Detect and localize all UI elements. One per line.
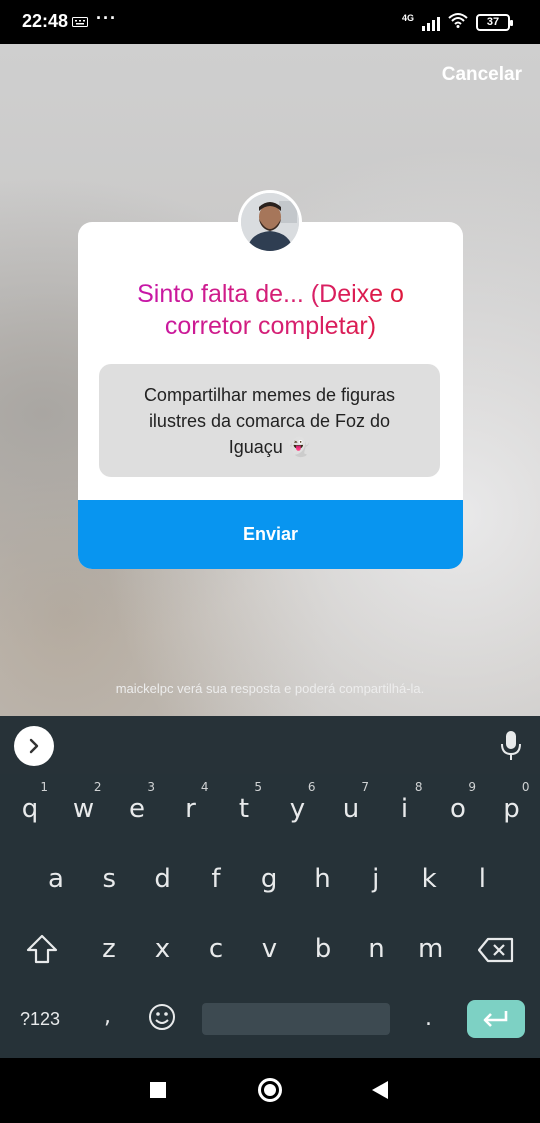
key-label: w [72,794,95,824]
key-label: k [421,864,437,894]
comma-key[interactable]: , [104,1004,111,1029]
key-hint: 6 [307,780,316,794]
recent-apps-button[interactable] [150,1082,166,1098]
status-bar: 22:48 ··· 4G 37 [0,0,540,44]
key-n[interactable]: n [365,934,389,964]
keyboard: q1w2e3r4t5y6u7i8o9p0 asdfghjkl zxcvbnm ?… [0,774,540,1058]
visibility-notice: maickelpc verá sua resposta e poderá com… [115,681,425,696]
keyboard-indicator-icon [72,16,88,30]
microphone-icon[interactable] [500,730,522,762]
key-j[interactable]: j [364,864,388,894]
key-label: f [211,864,221,894]
question-text: Sinto falta de... (Deixe o corretor comp… [98,278,443,342]
key-v[interactable]: v [258,934,282,964]
key-hint: 7 [361,780,369,794]
key-hint: 1 [40,780,48,794]
key-label: j [372,864,380,894]
network-type: 4G [401,12,414,23]
signal-icon [422,15,440,31]
shift-key[interactable] [26,934,58,971]
key-h[interactable]: h [311,864,335,894]
send-button[interactable]: Enviar [78,500,463,569]
key-label: y [289,794,306,824]
navigation-bar [0,1058,540,1123]
key-label: h [314,864,331,894]
key-label: o [450,794,466,824]
key-label: p [503,794,520,824]
key-hint: 5 [254,780,262,794]
key-label: v [261,934,278,964]
cancel-button[interactable]: Cancelar [442,64,522,86]
key-label: i [400,794,409,824]
period-key[interactable]: . [425,1006,432,1031]
key-f[interactable]: f [204,864,228,894]
key-k[interactable]: k [417,864,441,894]
key-hint: 3 [147,780,155,794]
key-q[interactable]: q1 [18,780,48,824]
key-s[interactable]: s [97,864,121,894]
home-button[interactable] [258,1078,282,1102]
key-label: c [208,934,224,964]
key-label: e [129,794,145,824]
key-label: s [102,864,117,894]
back-button[interactable] [372,1081,388,1099]
key-label: g [260,864,278,894]
key-label: d [154,864,171,894]
more-notifications-icon: ··· [96,8,117,28]
key-hint: 9 [468,780,476,794]
key-label: t [238,794,250,824]
key-m[interactable]: m [418,934,444,964]
key-hint: 0 [521,780,530,794]
key-label: b [314,934,332,964]
expand-suggestions-button[interactable] [14,726,54,766]
key-y[interactable]: y6 [286,780,316,824]
key-z[interactable]: z [97,934,121,964]
key-a[interactable]: a [44,864,68,894]
key-label: q [21,794,39,824]
key-hint: 2 [93,780,102,794]
key-o[interactable]: o9 [446,780,476,824]
key-hint: 4 [200,780,209,794]
avatar [238,190,302,254]
key-p[interactable]: p0 [500,780,529,824]
key-u[interactable]: u7 [339,780,369,824]
enter-key[interactable] [467,1000,525,1038]
key-w[interactable]: w2 [72,780,102,824]
key-l[interactable]: l [470,864,494,894]
key-label: z [102,934,116,964]
backspace-key[interactable] [477,937,514,970]
key-hint: 8 [414,780,423,794]
key-b[interactable]: b [311,934,335,964]
space-key[interactable] [202,1003,390,1035]
key-label: l [478,864,486,894]
key-label: x [154,934,171,964]
key-t[interactable]: t5 [232,780,262,824]
key-r[interactable]: r4 [179,780,208,824]
question-sticker-card: Sinto falta de... (Deixe o corretor comp… [78,222,463,569]
battery-icon: 37 [476,14,513,31]
emoji-key[interactable] [148,1003,176,1038]
key-label: u [342,794,360,824]
key-g[interactable]: g [257,864,281,894]
key-label: r [185,794,196,824]
key-d[interactable]: d [151,864,175,894]
symbols-key[interactable]: ?123 [20,1009,60,1030]
key-x[interactable]: x [151,934,175,964]
key-c[interactable]: c [204,934,228,964]
key-e[interactable]: e3 [125,780,155,824]
key-i[interactable]: i8 [393,780,423,824]
key-label: m [418,934,444,964]
clock: 22:48 [22,11,69,31]
wifi-icon [448,12,468,33]
keyboard-toolbar [0,716,540,774]
key-label: n [368,934,385,964]
key-label: a [48,864,64,894]
answer-input[interactable]: Compartilhar memes de figuras ilustres d… [99,364,440,477]
